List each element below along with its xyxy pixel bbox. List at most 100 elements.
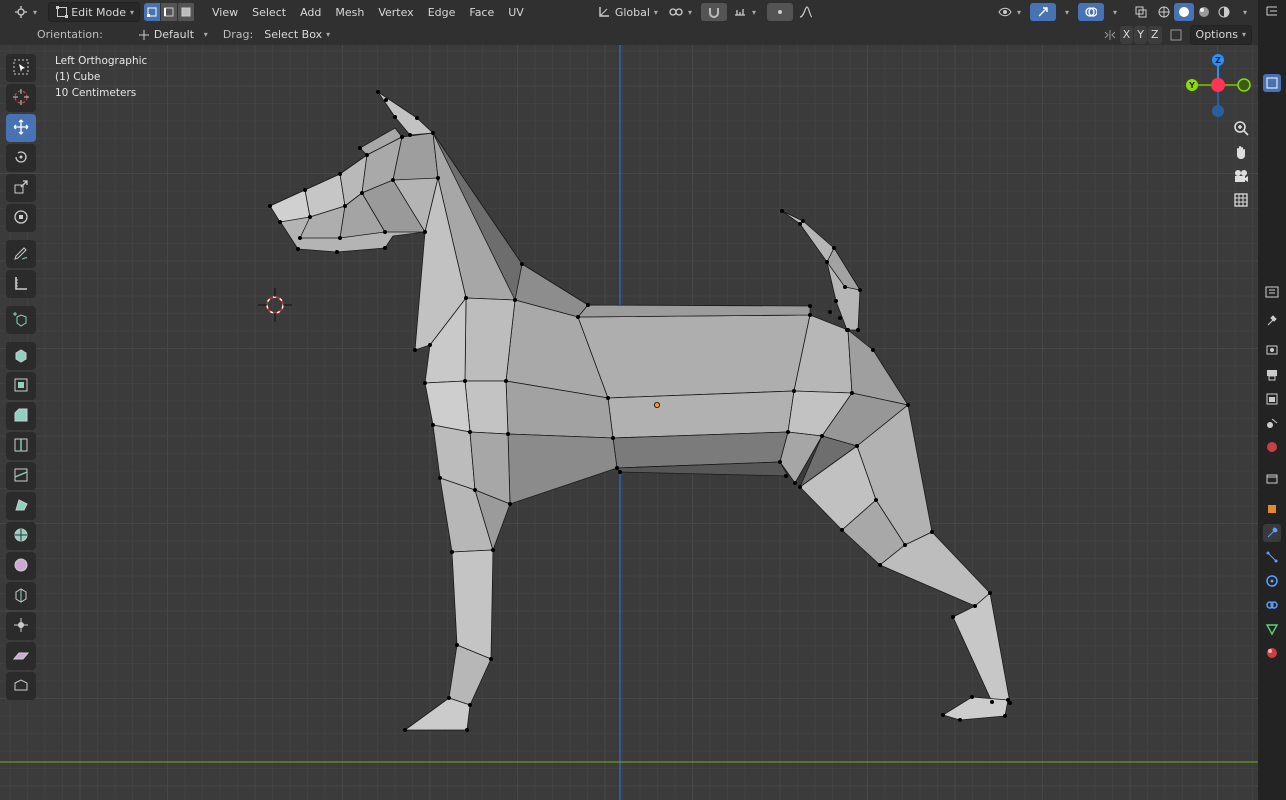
tool-cursor[interactable] [6, 84, 36, 112]
mesh-vertex[interactable] [903, 543, 907, 547]
physics-tab-icon[interactable] [1263, 572, 1281, 590]
tool-transform[interactable] [6, 204, 36, 232]
xray-toggle[interactable] [1128, 3, 1154, 21]
mesh-vertex[interactable] [611, 436, 615, 440]
overlays-dropdown[interactable]: ▾ [1104, 3, 1122, 21]
mesh-vertex[interactable] [576, 315, 580, 319]
outliner-object-icon[interactable] [1263, 74, 1281, 92]
mesh-vertex[interactable] [845, 328, 849, 332]
tool-spin[interactable] [6, 522, 36, 550]
mesh-vertex[interactable] [951, 615, 955, 619]
material-tab-icon[interactable] [1263, 644, 1281, 662]
tool-rip[interactable] [6, 672, 36, 700]
mesh-vertex[interactable] [878, 563, 882, 567]
tool-bevel[interactable] [6, 402, 36, 430]
mirror-z-toggle[interactable]: Z [1147, 25, 1162, 44]
3d-cursor-icon[interactable] [258, 288, 292, 322]
menu-view[interactable]: View [205, 3, 245, 21]
world-tab-icon[interactable] [1263, 438, 1281, 456]
mesh-face[interactable] [404, 697, 471, 731]
mesh-vertex[interactable] [403, 728, 407, 732]
mesh-face[interactable] [577, 314, 811, 399]
menu-vertex[interactable]: Vertex [371, 3, 420, 21]
gizmo-dropdown[interactable]: ▾ [1056, 3, 1074, 21]
mesh-vertex[interactable] [278, 220, 282, 224]
mesh-face[interactable] [432, 424, 476, 491]
mesh-vertex[interactable] [465, 728, 469, 732]
mesh-vertex[interactable] [447, 696, 451, 700]
mesh-vertex[interactable] [338, 236, 342, 240]
mesh-vertex[interactable] [874, 498, 878, 502]
mesh-vertex[interactable] [408, 133, 412, 137]
mesh-vertex[interactable] [365, 153, 369, 157]
tool-scale[interactable] [6, 174, 36, 202]
outliner-icon[interactable] [1263, 3, 1281, 21]
gizmo-neg-y-axis[interactable] [1237, 78, 1251, 92]
mesh-vertex[interactable] [793, 481, 797, 485]
mesh-face[interactable] [464, 380, 509, 435]
mesh-face[interactable] [507, 433, 618, 505]
mesh-vertex[interactable] [930, 530, 934, 534]
mesh-vertex[interactable] [383, 230, 387, 234]
view-layer-tab-icon[interactable] [1263, 390, 1281, 408]
mesh-vertex[interactable] [784, 474, 788, 478]
mesh-vertex[interactable] [400, 135, 404, 139]
mesh-vertex[interactable] [780, 209, 784, 213]
mesh-face[interactable] [269, 189, 311, 223]
mesh-vertex[interactable] [828, 310, 832, 314]
shading-material[interactable] [1194, 3, 1214, 21]
output-tab-icon[interactable] [1263, 366, 1281, 384]
mesh-vertex[interactable] [786, 430, 790, 434]
mirror-icon[interactable] [1102, 27, 1118, 43]
gizmo-neg-z-axis[interactable] [1212, 105, 1224, 117]
constraints-tab-icon[interactable] [1263, 596, 1281, 614]
gizmo-x-axis[interactable] [1211, 78, 1225, 92]
mesh-vertex[interactable] [296, 247, 300, 251]
ortho-toggle-button[interactable] [1229, 190, 1253, 212]
collection-tab-icon[interactable] [1263, 470, 1281, 488]
mesh-vertex[interactable] [825, 260, 829, 264]
mesh-vertex[interactable] [423, 381, 427, 385]
shading-solid[interactable] [1173, 3, 1194, 21]
tool-tab-icon[interactable] [1263, 311, 1281, 329]
mesh-vertex[interactable] [618, 470, 622, 474]
mesh-vertex[interactable] [383, 246, 387, 250]
mirror-y-toggle[interactable]: Y [1134, 25, 1147, 44]
mesh-vertex[interactable] [990, 700, 994, 704]
mesh-vertex[interactable] [413, 348, 417, 352]
mesh-vertex[interactable] [468, 430, 472, 434]
mesh-vertex[interactable] [455, 643, 459, 647]
mesh-vertex[interactable] [973, 604, 977, 608]
edge-select-icon[interactable] [161, 3, 178, 21]
menu-edge[interactable]: Edge [421, 3, 463, 21]
mesh-vertex[interactable] [303, 188, 307, 192]
vertex-select-icon[interactable] [144, 3, 161, 21]
camera-view-button[interactable] [1229, 166, 1253, 188]
menu-select[interactable]: Select [245, 3, 293, 21]
particles-tab-icon[interactable] [1263, 548, 1281, 566]
mesh-vertex[interactable] [941, 713, 945, 717]
mesh-vertex[interactable] [360, 191, 364, 195]
proportional-edit-toggle[interactable] [766, 3, 793, 21]
tool-edge-slide[interactable] [6, 582, 36, 610]
mode-dropdown[interactable]: Edit Mode ▾ [48, 2, 141, 22]
mesh-vertex[interactable] [871, 348, 875, 352]
tool-annotate[interactable] [6, 240, 36, 268]
tool-shear[interactable] [6, 642, 36, 670]
mesh-vertex[interactable] [308, 215, 312, 219]
mesh-vertex[interactable] [798, 222, 802, 226]
tool-loop-cut[interactable] [6, 432, 36, 460]
mesh-vertex[interactable] [808, 313, 812, 317]
falloff-button[interactable] [793, 3, 819, 21]
menu-add[interactable]: Add [293, 3, 328, 21]
mesh-vertex[interactable] [858, 288, 862, 292]
tool-extrude[interactable] [6, 342, 36, 370]
mesh-vertex[interactable] [970, 695, 974, 699]
snap-target-button[interactable]: ▾ [727, 3, 761, 21]
mesh-vertex[interactable] [838, 316, 842, 320]
mesh-vertex[interactable] [615, 466, 619, 470]
mesh-vertex[interactable] [840, 528, 844, 532]
navigation-gizmo[interactable]: Z Y [1180, 52, 1260, 122]
mesh-vertex[interactable] [431, 423, 435, 427]
mesh-vertex[interactable] [489, 657, 493, 661]
